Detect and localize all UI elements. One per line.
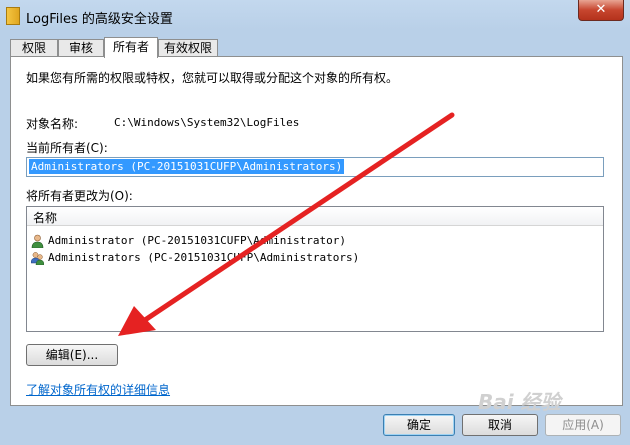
intro-text: 如果您有所需的权限或特权，您就可以取得或分配这个对象的所有权。 (26, 71, 399, 85)
apply-button[interactable]: 应用(A) (545, 414, 621, 436)
list-item-label: Administrator (PC-20151031CUFP\Administr… (48, 234, 347, 247)
owner-list[interactable]: 名称 Administrator (PC-20151031CUFP\Admini… (26, 206, 604, 332)
title-bar[interactable]: LogFiles 的高级安全设置 ✕ (0, 0, 630, 32)
tab-effective-permissions[interactable]: 有效权限 (158, 39, 218, 57)
ok-button[interactable]: 确定 (383, 414, 455, 436)
tab-permissions[interactable]: 权限 (10, 39, 58, 57)
object-name-label: 对象名称: (26, 117, 79, 131)
users-group-icon (31, 252, 44, 265)
current-owner-value: Administrators (PC-20151031CUFP\Administ… (29, 159, 345, 174)
window-title: LogFiles 的高级安全设置 (26, 12, 173, 27)
list-column-header[interactable]: 名称 (27, 207, 603, 226)
tab-owner[interactable]: 所有者 (104, 37, 158, 58)
object-name-value: C:\Windows\System32\LogFiles (114, 116, 300, 129)
advanced-security-window: LogFiles 的高级安全设置 ✕ 权限 审核 所有者 有效权限 如果您有所需… (0, 0, 630, 445)
user-icon (31, 234, 44, 248)
learn-more-link[interactable]: 了解对象所有权的详细信息 (26, 381, 170, 398)
list-item-label: Administrators (PC-20151031CUFP\Administ… (48, 251, 360, 264)
owner-panel: 如果您有所需的权限或特权，您就可以取得或分配这个对象的所有权。 对象名称: C:… (10, 56, 623, 406)
name-column-label: 名称 (33, 211, 58, 225)
watermark: Bai 经验 (478, 390, 561, 414)
change-owner-label: 将所有者更改为(O): (26, 189, 133, 203)
folder-icon (6, 7, 20, 25)
current-owner-label: 当前所有者(C): (26, 141, 108, 155)
cancel-button[interactable]: 取消 (462, 414, 538, 436)
close-button[interactable]: ✕ (578, 0, 624, 21)
edit-button[interactable]: 编辑(E)... (26, 344, 118, 366)
list-item[interactable]: Administrators (PC-20151031CUFP\Administ… (31, 250, 591, 266)
current-owner-field[interactable]: Administrators (PC-20151031CUFP\Administ… (26, 157, 604, 177)
tab-auditing[interactable]: 审核 (58, 39, 104, 57)
list-item[interactable]: Administrator (PC-20151031CUFP\Administr… (31, 233, 591, 249)
